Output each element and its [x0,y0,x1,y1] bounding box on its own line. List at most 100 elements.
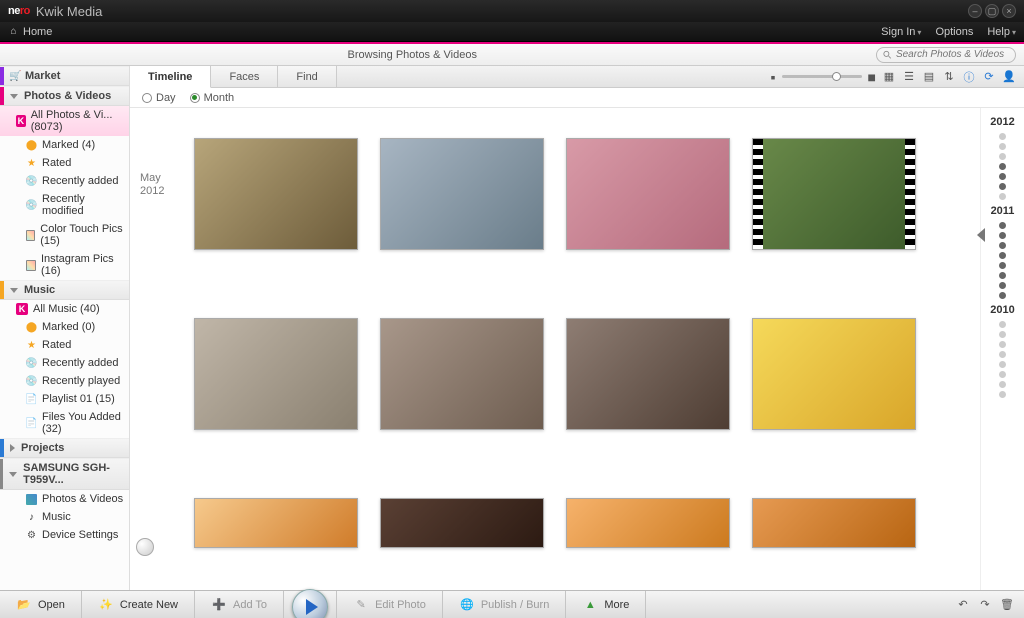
photo-thumbnail[interactable] [566,318,730,430]
sidebar-item-recently-played[interactable]: Recently played [0,372,129,390]
photo-thumbnail[interactable] [752,498,916,548]
rotate-left-button[interactable]: ↶ [956,598,970,612]
sidebar-item-device-photos[interactable]: Photos & Videos [0,490,129,508]
timeline-dot[interactable] [999,351,1006,358]
sidebar-item-all-music[interactable]: K All Music (40) [0,300,129,318]
view-list-button[interactable]: ☰ [902,70,916,84]
view-grid-button[interactable]: ▦ [882,70,896,84]
slider-knob[interactable] [832,72,841,81]
help-menu[interactable]: Help▾ [987,26,1016,38]
tab-timeline[interactable]: Timeline [130,66,211,88]
sidebar-item-marked[interactable]: ⬤Marked (0) [0,318,129,336]
sidebar-item-device-settings[interactable]: Device Settings [0,526,129,544]
photo-thumbnail[interactable] [194,498,358,548]
play-button[interactable] [292,589,328,618]
scroll-handle[interactable] [136,538,154,556]
photo-thumbnail[interactable] [566,138,730,250]
timeline-dot[interactable] [999,262,1006,269]
more-button[interactable]: ▲ More [566,591,646,618]
thumbnail-size-slider[interactable] [782,75,862,78]
sidebar-cat-device[interactable]: SAMSUNG SGH-T959V... [0,458,129,490]
edit-photo-button[interactable]: ✎ Edit Photo [337,591,443,618]
view-detail-button[interactable]: ▤ [922,70,936,84]
photo-thumbnail[interactable] [380,498,544,548]
timeline-dot[interactable] [999,183,1006,190]
timeline-dot[interactable] [999,252,1006,259]
options-menu[interactable]: Options [935,26,973,38]
timeline-dot[interactable] [999,331,1006,338]
timeline-dot[interactable] [999,272,1006,279]
zoom-in-icon[interactable]: ■ [868,69,876,85]
timeline-marker[interactable] [977,228,985,242]
sidebar-cat-photos-videos[interactable]: Photos & Videos [0,86,129,106]
open-button[interactable]: 📂 Open [0,591,82,618]
sidebar-item-recently-modified[interactable]: Recently modified [0,190,129,220]
photo-thumbnail[interactable] [566,498,730,548]
timeline-dot[interactable] [999,163,1006,170]
sidebar-item-files-added[interactable]: Files You Added (32) [0,408,129,438]
sidebar-cat-projects[interactable]: Projects [0,438,129,458]
refresh-button[interactable]: ⟳ [982,70,996,84]
info-button[interactable]: ⓘ [962,70,976,84]
thumbnail-grid[interactable]: May 2012 [130,108,980,590]
timeline-dot[interactable] [999,153,1006,160]
sidebar-item-all-photos[interactable]: K All Photos & Vi... (8073) [0,106,129,136]
sidebar-item-rated[interactable]: ★Rated [0,336,129,354]
timeline-dot[interactable] [999,321,1006,328]
publish-burn-button[interactable]: 🌐 Publish / Burn [443,591,566,618]
sidebar-item-recently-added[interactable]: Recently added [0,354,129,372]
sidebar-cat-market[interactable]: 🛒 Market [0,66,129,86]
timeline-dot[interactable] [999,143,1006,150]
timeline-dot[interactable] [999,173,1006,180]
create-new-button[interactable]: ✨ Create New [82,591,195,618]
timeline-dot[interactable] [999,282,1006,289]
add-to-button[interactable]: ➕ Add To [195,591,284,618]
timeline-dot[interactable] [999,232,1006,239]
sidebar-cat-music[interactable]: Music [0,280,129,300]
search-input[interactable] [896,49,1009,60]
sidebar-item-playlist[interactable]: Playlist 01 (15) [0,390,129,408]
photo-thumbnail[interactable] [752,318,916,430]
home-button[interactable]: ⌂ Home [8,26,52,38]
group-by-day[interactable]: Day [142,92,176,104]
timeline-dot[interactable] [999,391,1006,398]
minimize-button[interactable]: – [968,4,982,18]
photo-thumbnail[interactable] [380,318,544,430]
timeline-dot[interactable] [999,292,1006,299]
sort-button[interactable]: ⇅ [942,70,956,84]
timeline-dot[interactable] [999,381,1006,388]
sidebar-item-rated[interactable]: ★Rated [0,154,129,172]
close-button[interactable]: × [1002,4,1016,18]
search-box[interactable] [876,47,1016,63]
trash-button[interactable]: 🗑 [1000,598,1014,612]
signin-menu[interactable]: Sign In▾ [881,26,921,38]
group-by-month[interactable]: Month [190,92,235,104]
timeline-year[interactable]: 2010 [990,304,1014,316]
tab-find[interactable]: Find [278,66,336,87]
timeline-rail[interactable]: 2012 2011 2010 [980,108,1024,590]
maximize-button[interactable]: ▢ [985,4,999,18]
sidebar-item-album[interactable]: Color Touch Pics (15) [0,220,129,250]
zoom-out-icon[interactable]: ▪ [771,69,776,85]
timeline-year[interactable]: 2011 [991,205,1015,217]
video-thumbnail[interactable] [752,138,916,250]
photo-thumbnail[interactable] [194,138,358,250]
timeline-dot[interactable] [999,371,1006,378]
sidebar-item-label: Rated [42,339,71,351]
rotate-right-button[interactable]: ↷ [978,598,992,612]
timeline-dot[interactable] [999,242,1006,249]
timeline-dot[interactable] [999,193,1006,200]
tab-faces[interactable]: Faces [211,66,278,87]
photo-thumbnail[interactable] [194,318,358,430]
sidebar-item-device-music[interactable]: Music [0,508,129,526]
photo-thumbnail[interactable] [380,138,544,250]
timeline-year[interactable]: 2012 [990,116,1014,128]
timeline-dot[interactable] [999,133,1006,140]
timeline-dot[interactable] [999,361,1006,368]
timeline-dot[interactable] [999,222,1006,229]
sidebar-item-album[interactable]: Instagram Pics (16) [0,250,129,280]
sidebar-item-recently-added[interactable]: Recently added [0,172,129,190]
user-button[interactable]: 👤 [1002,70,1016,84]
sidebar-item-marked[interactable]: ⬤Marked (4) [0,136,129,154]
timeline-dot[interactable] [999,341,1006,348]
